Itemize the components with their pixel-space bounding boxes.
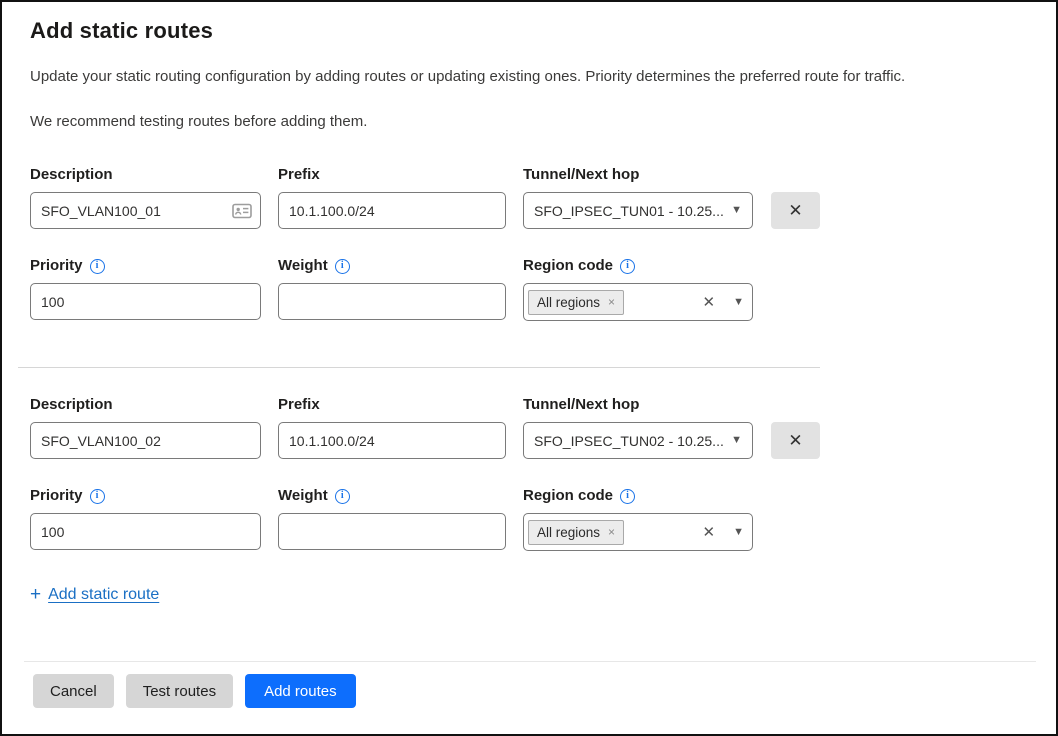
description-input-2[interactable] [30,422,261,459]
priority-field-group-1: Priority i [30,257,261,320]
weight-input-1[interactable] [278,283,506,320]
prefix-field-group-2: Prefix [278,396,506,459]
region-tag-label: All regions [537,525,600,540]
region-tag: All regions × [528,290,624,315]
weight-label: Weight [278,487,328,504]
info-icon[interactable]: i [90,259,105,274]
description-field-group-1: Description [30,166,261,229]
intro-text: Update your static routing configuration… [30,68,1028,85]
remove-route-button-2[interactable]: ✕ [771,422,820,459]
info-icon[interactable]: i [620,259,635,274]
priority-input-1[interactable] [30,283,261,320]
tunnel-line-2: Tunnel/Next hop SFO_IPSEC_TUN02 - 10.25.… [523,396,820,459]
region-code-label: Region code [523,487,613,504]
info-icon[interactable]: i [90,489,105,504]
tunnel-line-1: Tunnel/Next hop SFO_IPSEC_TUN01 - 10.25.… [523,166,820,229]
add-routes-button[interactable]: Add routes [245,674,356,708]
region-tag: All regions × [528,520,624,545]
region-multiselect-1[interactable]: All regions × ✕ ▼ [523,283,753,321]
chevron-down-icon: ▼ [731,435,742,446]
tunnel-field-group-2: Tunnel/Next hop SFO_IPSEC_TUN02 - 10.25.… [523,396,753,459]
region-code-label: Region code [523,257,613,274]
region-field-group-1: Region code i All regions × ✕ ▼ [523,257,753,321]
prefix-label: Prefix [278,396,506,413]
tunnel-label: Tunnel/Next hop [523,396,753,413]
remove-route-button-1[interactable]: ✕ [771,192,820,229]
chevron-down-icon: ▼ [733,527,744,538]
description-input-1[interactable] [30,192,261,229]
info-icon[interactable]: i [335,489,350,504]
tunnel-label: Tunnel/Next hop [523,166,753,183]
contact-card-icon[interactable] [232,203,252,219]
weight-field-group-2: Weight i [278,487,506,550]
priority-input-2[interactable] [30,513,261,550]
tunnel-selected-value: SFO_IPSEC_TUN02 - 10.25... [534,433,723,449]
weight-input-2[interactable] [278,513,506,550]
page-title: Add static routes [30,18,1028,44]
prefix-label: Prefix [278,166,506,183]
info-icon[interactable]: i [335,259,350,274]
description-label: Description [30,166,261,183]
section-divider [18,367,820,368]
weight-field-group-1: Weight i [278,257,506,320]
region-field-group-2: Region code i All regions × ✕ ▼ [523,487,753,551]
region-multiselect-2[interactable]: All regions × ✕ ▼ [523,513,753,551]
priority-label: Priority [30,257,83,274]
route-section-1: Description [30,166,1028,321]
chevron-down-icon: ▼ [733,297,744,308]
add-static-route-link[interactable]: + Add static route [30,585,159,604]
clear-selection-icon[interactable]: ✕ [703,295,726,310]
prefix-input-1[interactable] [278,192,506,229]
description-field-group-2: Description [30,396,261,459]
weight-label: Weight [278,257,328,274]
prefix-input-2[interactable] [278,422,506,459]
priority-field-group-2: Priority i [30,487,261,550]
info-icon[interactable]: i [620,489,635,504]
test-routes-button[interactable]: Test routes [126,674,233,708]
dialog-footer: Cancel Test routes Add routes [2,661,1056,734]
tunnel-selected-value: SFO_IPSEC_TUN01 - 10.25... [534,203,723,219]
tag-remove-icon[interactable]: × [608,526,615,538]
add-static-routes-dialog: Add static routes Update your static rou… [0,0,1058,736]
tunnel-select-1[interactable]: SFO_IPSEC_TUN01 - 10.25... ▼ [523,192,753,229]
clear-selection-icon[interactable]: ✕ [703,525,726,540]
add-static-route-label: Add static route [48,586,159,604]
plus-icon: + [30,585,41,604]
prefix-field-group-1: Prefix [278,166,506,229]
tunnel-field-group-1: Tunnel/Next hop SFO_IPSEC_TUN01 - 10.25.… [523,166,753,229]
route-section-2: Description Prefix Tunnel/Next hop SFO_I… [30,396,1028,551]
tunnel-select-2[interactable]: SFO_IPSEC_TUN02 - 10.25... ▼ [523,422,753,459]
cancel-button[interactable]: Cancel [33,674,114,708]
region-tag-label: All regions [537,295,600,310]
recommendation-text: We recommend testing routes before addin… [30,113,1028,130]
tag-remove-icon[interactable]: × [608,296,615,308]
chevron-down-icon: ▼ [731,205,742,216]
priority-label: Priority [30,487,83,504]
description-label: Description [30,396,261,413]
